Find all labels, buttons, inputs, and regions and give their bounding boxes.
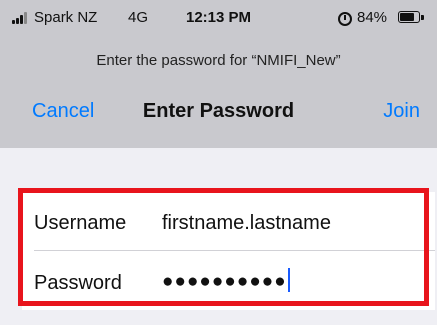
row-divider — [34, 250, 435, 251]
battery-level-fill — [400, 13, 414, 21]
battery-percentage: 84% — [357, 9, 388, 26]
alarm-icon — [338, 12, 352, 26]
battery-icon — [398, 11, 424, 23]
password-row[interactable]: Password ●●●●●●●●●● — [22, 252, 435, 310]
password-label: Password — [34, 272, 122, 294]
signal-bars-icon — [12, 12, 30, 24]
username-row[interactable]: Username firstname.lastname — [22, 192, 435, 250]
password-field[interactable]: ●●●●●●●●●● — [162, 268, 290, 293]
username-field[interactable]: firstname.lastname — [162, 212, 331, 235]
navigation-bar: Enter Password Cancel Join — [0, 100, 437, 130]
text-cursor — [287, 268, 290, 292]
status-time: 12:13 PM — [186, 9, 252, 26]
carrier-name: Spark NZ — [34, 9, 98, 26]
password-prompt: Enter the password for “NMIFI_New” — [96, 52, 341, 69]
username-label: Username — [34, 212, 127, 234]
credentials-form: Username firstname.lastname Password ●●●… — [22, 192, 435, 310]
network-type: 4G — [128, 9, 149, 26]
password-masked-value: ●●●●●●●●●● — [162, 271, 287, 292]
join-button[interactable]: Join — [383, 100, 420, 123]
status-bar: Spark NZ 4G 12:13 PM 84% — [0, 8, 437, 32]
cancel-button[interactable]: Cancel — [32, 100, 94, 123]
sheet-header: Spark NZ 4G 12:13 PM 84% Enter the passw… — [0, 0, 437, 148]
